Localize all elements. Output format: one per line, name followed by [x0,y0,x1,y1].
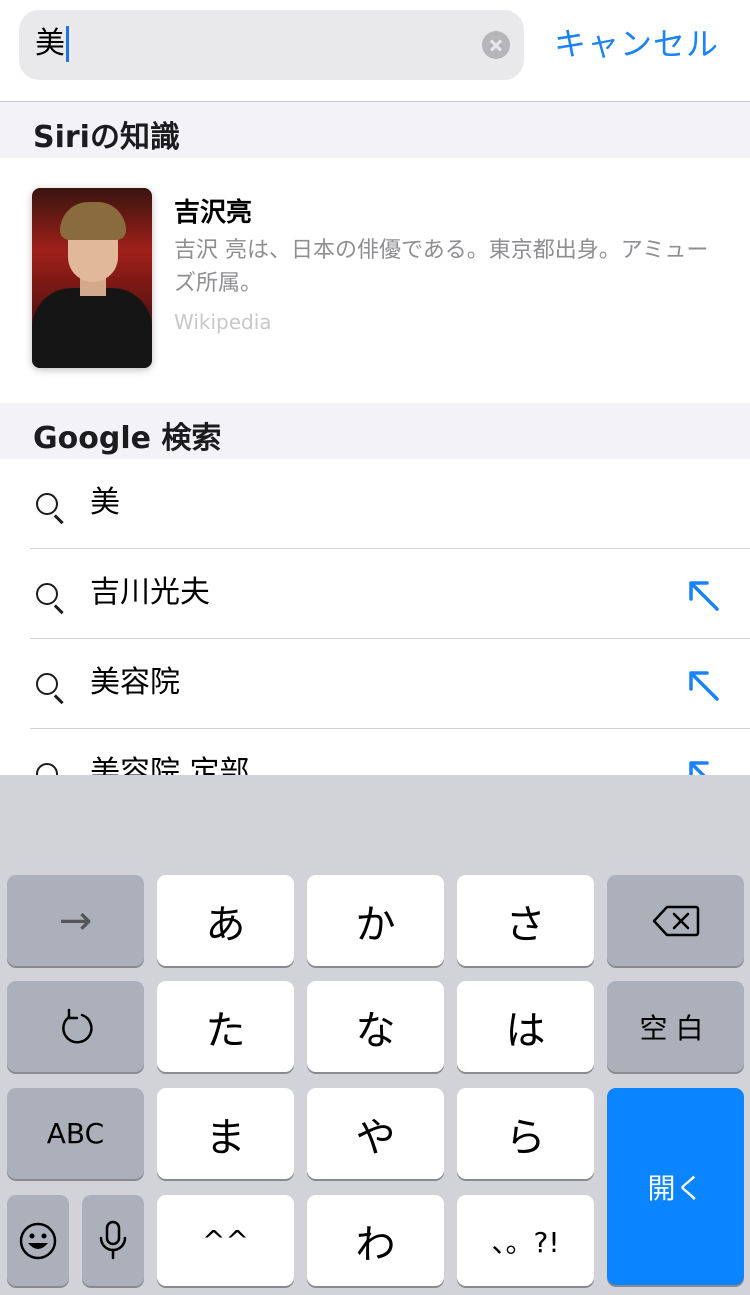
search-icon [36,763,58,775]
suggestion-text: 美容院 [90,665,180,700]
suggestion-text: 美 [90,485,120,520]
suggestion-text: 吉川光夫 [90,575,210,610]
kana-key-na[interactable]: な [307,981,444,1072]
kana-key-ka[interactable]: か [307,875,444,966]
space-key[interactable]: 空白 [607,981,744,1072]
fill-query-arrow-icon[interactable] [686,758,720,775]
abc-key[interactable]: ABC [7,1088,144,1179]
fill-query-arrow-icon[interactable] [686,668,720,702]
arrow-right-icon: → [58,897,93,944]
cancel-button[interactable]: キャンセル [554,24,719,64]
key-label: ま [205,1114,246,1161]
kana-key-ya[interactable]: や [307,1088,444,1179]
search-header: 美 キャンセル [0,0,750,102]
key-label: な [355,1007,396,1054]
kana-key-ha[interactable]: は [457,981,594,1072]
key-label: さ [505,901,546,948]
kana-key-ta[interactable]: た [157,981,294,1072]
key-label: 、。?! [491,1225,560,1259]
siri-section-header: Siriの知識 [0,102,750,158]
key-label: あ [205,901,246,948]
suggestion-item[interactable]: 吉川光夫 [0,549,750,639]
search-icon [36,493,58,515]
undo-icon [61,1008,93,1043]
delete-key[interactable] [607,875,744,966]
text-caret [66,26,69,62]
search-input[interactable]: 美 [19,10,524,80]
punctuation-key[interactable]: 、。?! [457,1195,594,1286]
dictation-key[interactable] [82,1195,144,1286]
key-label: 空白 [639,1011,712,1045]
kana-key-ra[interactable]: ら [457,1088,594,1179]
key-label: た [205,1007,246,1054]
kana-key-wa[interactable]: わ [307,1195,444,1286]
kana-key-a[interactable]: あ [157,875,294,966]
search-query: 美 [35,26,69,62]
suggestion-item[interactable]: 美容院 [0,639,750,729]
card-title: 吉沢亮 [174,198,253,228]
suggestion-text: 美容院 定部 [90,755,250,775]
key-label: は [505,1007,546,1054]
suggestion-item[interactable]: 美 [0,459,750,549]
search-icon [36,673,58,695]
kana-key-ma[interactable]: ま [157,1088,294,1179]
open-return-key[interactable]: 開く [607,1088,744,1285]
card-source: Wikipedia [174,310,272,334]
key-label: や [355,1114,396,1161]
key-label: ら [505,1114,546,1161]
key-label: か [355,901,396,948]
kana-key-sa[interactable]: さ [457,875,594,966]
clear-text-icon[interactable] [482,31,510,59]
key-label: 開く [647,1171,704,1205]
key-label: ^^ [202,1224,249,1257]
key-label: ABC [46,1117,105,1150]
fill-query-arrow-icon[interactable] [686,578,720,612]
siri-section-title: Siriの知識 [33,120,180,155]
google-section-header: Google 検索 [0,403,750,459]
card-description: 吉沢 亮は、日本の俳優である。東京都出身。アミューズ所属。 [174,238,709,296]
undo-key[interactable] [7,981,144,1072]
search-icon [36,583,58,605]
siri-knowledge-card[interactable]: 吉沢亮 吉沢 亮は、日本の俳優である。東京都出身。アミューズ所属。 Wikipe… [0,158,750,402]
google-section-title: Google 検索 [33,421,222,456]
delete-backward-icon [652,905,699,936]
person-photo [32,188,152,368]
emoji-icon [19,1222,57,1259]
microphone-icon [99,1220,127,1259]
next-candidate-key[interactable]: → [7,875,144,966]
suggestion-list: 美 吉川光夫 美容院 美容院 定部 [0,459,750,775]
kaomoji-key[interactable]: ^^ [157,1195,294,1286]
emoji-key[interactable] [7,1195,69,1286]
key-label: わ [355,1221,396,1268]
japanese-kana-keyboard: → あ か さ た な は 空白 ABC ま や ら 開く ^^ わ 、。?! [0,775,750,1295]
suggestion-item[interactable]: 美容院 定部 [0,729,750,775]
